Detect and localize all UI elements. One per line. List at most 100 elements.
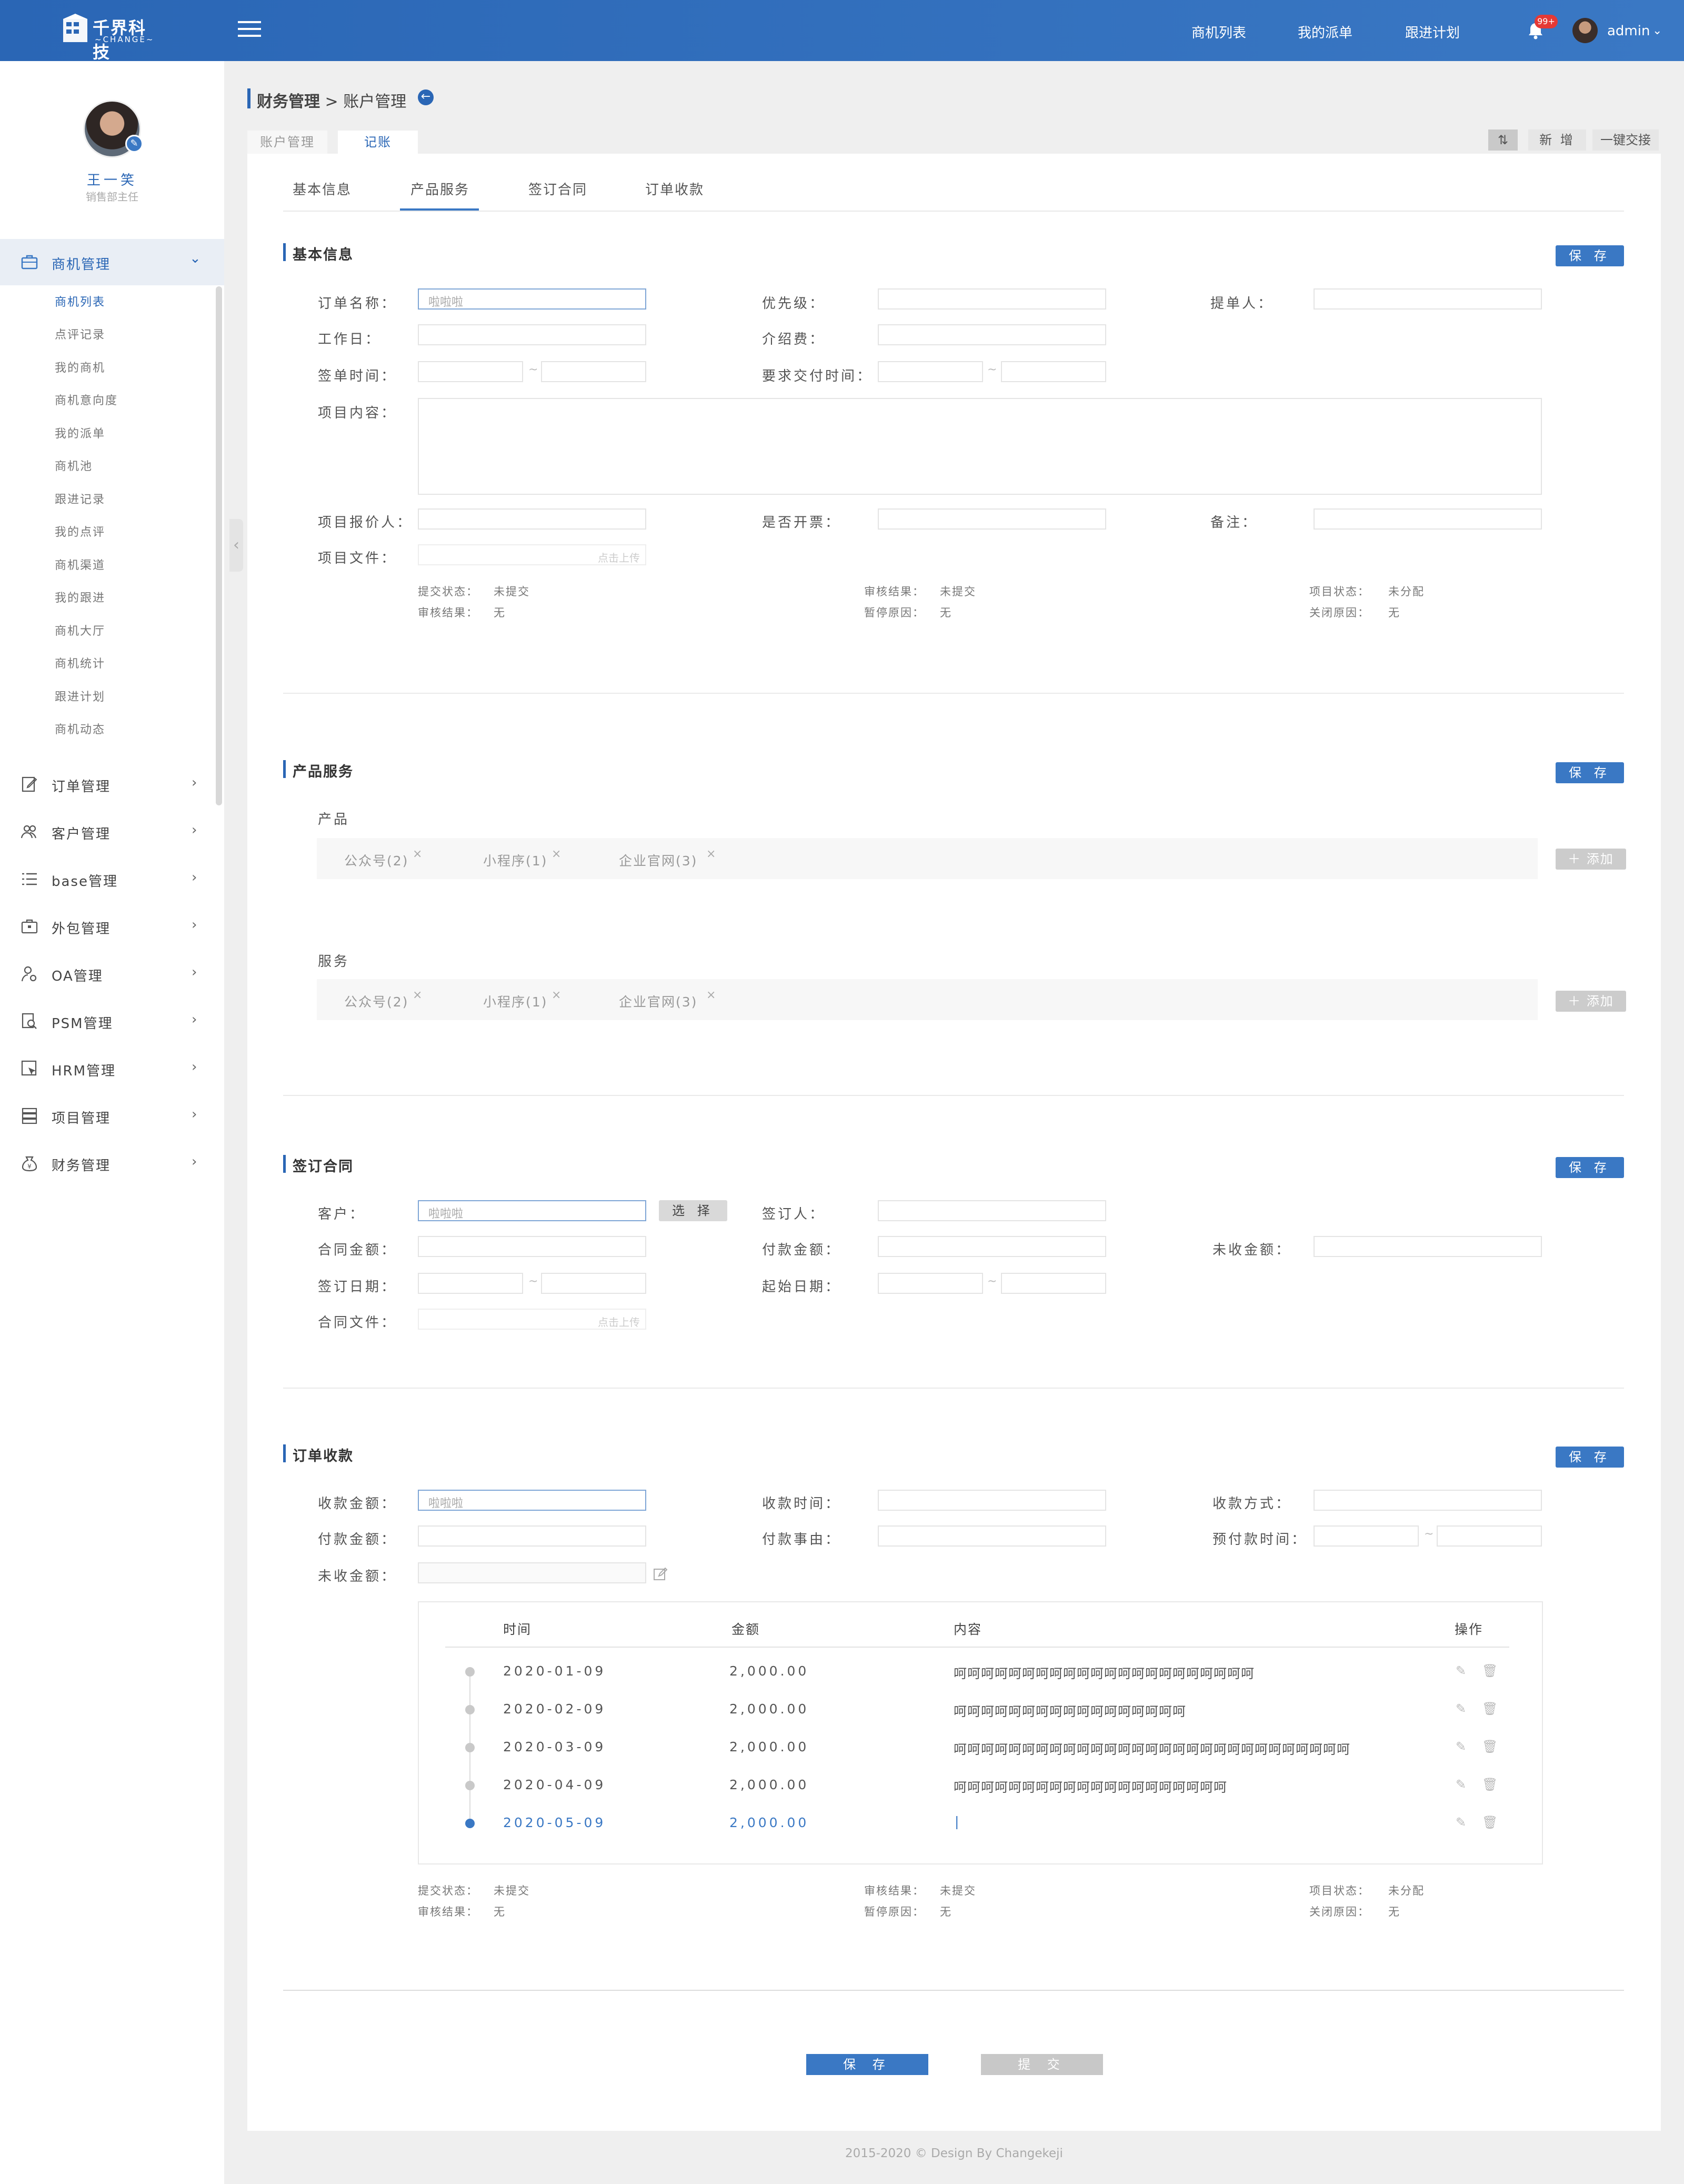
payment-amount-input[interactable]: [418, 1525, 646, 1547]
edit-icon[interactable]: [653, 1567, 668, 1582]
add-service-button[interactable]: ＋ 添加: [1556, 991, 1626, 1012]
chevron-right-icon[interactable]: ›: [192, 870, 197, 885]
sidebar-scrollbar[interactable]: [216, 286, 222, 805]
payment-reason-input[interactable]: [878, 1525, 1106, 1547]
sidebar-subitem[interactable]: 商机渠道: [55, 556, 105, 573]
receipt-method-input[interactable]: [1314, 1490, 1542, 1511]
nav-follow-plan[interactable]: 跟进计划: [1405, 22, 1460, 42]
save-contract-button[interactable]: 保 存: [1556, 1157, 1624, 1178]
sidebar-subitem[interactable]: 我的跟进: [55, 589, 105, 605]
breadcrumb-parent[interactable]: 财务管理: [257, 93, 320, 111]
sidebar-subitem[interactable]: 我的点评: [55, 523, 105, 540]
nav-opportunity-list[interactable]: 商机列表: [1191, 22, 1246, 42]
prepay-end-input[interactable]: [1437, 1525, 1542, 1547]
sidebar-item-outsource[interactable]: 外包管理: [52, 918, 111, 938]
sidebar-item-orders[interactable]: 订单管理: [52, 776, 111, 795]
workday-input[interactable]: [418, 324, 646, 345]
new-button[interactable]: 新 增: [1528, 129, 1586, 151]
quoter-input[interactable]: [418, 508, 646, 530]
sign-time-start-input[interactable]: [418, 361, 523, 382]
edit-icon[interactable]: ✎: [1456, 1663, 1466, 1678]
edit-icon[interactable]: ✎: [1456, 1701, 1466, 1716]
chevron-right-icon[interactable]: ›: [192, 822, 197, 838]
tab-basic-info[interactable]: 基本信息: [293, 179, 352, 198]
sign-date-end-input[interactable]: [541, 1273, 646, 1294]
edit-icon[interactable]: ✎: [1456, 1815, 1466, 1830]
sidebar-subitem[interactable]: 商机大厅: [55, 622, 105, 639]
save-product-button[interactable]: 保 存: [1556, 762, 1624, 783]
save-basic-button[interactable]: 保 存: [1556, 245, 1624, 266]
user-name[interactable]: admin: [1607, 23, 1650, 39]
add-product-button[interactable]: ＋ 添加: [1556, 849, 1626, 870]
tab-account-management[interactable]: 账户管理: [247, 131, 327, 154]
signer-input[interactable]: [878, 1200, 1106, 1221]
choose-customer-button[interactable]: 选 择: [659, 1200, 727, 1221]
handover-button[interactable]: 一键交接: [1592, 129, 1659, 151]
start-date-end-input[interactable]: [1001, 1273, 1106, 1294]
sidebar-subitem[interactable]: 商机列表: [55, 293, 105, 310]
sidebar-item-customers[interactable]: 客户管理: [52, 823, 111, 843]
chevron-right-icon[interactable]: ›: [192, 1012, 197, 1028]
submitter-input[interactable]: [1314, 288, 1542, 310]
hamburger-menu-icon[interactable]: [238, 21, 261, 39]
intro-fee-input[interactable]: [878, 324, 1106, 345]
edit-icon[interactable]: ✎: [1456, 1777, 1466, 1792]
tab-receipt[interactable]: 订单收款: [645, 179, 704, 198]
trash-icon[interactable]: 🗑: [1482, 1777, 1498, 1792]
trash-icon[interactable]: 🗑: [1482, 1815, 1498, 1830]
final-submit-button[interactable]: 提 交: [981, 2054, 1103, 2075]
back-arrow-icon[interactable]: ←: [418, 89, 434, 105]
tab-product-service[interactable]: 产品服务: [410, 179, 469, 198]
sidebar-item-base[interactable]: base管理: [52, 871, 118, 890]
chevron-right-icon[interactable]: ›: [192, 1106, 197, 1122]
chevron-right-icon[interactable]: ›: [192, 1154, 197, 1170]
note-input[interactable]: [1314, 508, 1542, 530]
chevron-down-icon[interactable]: ⌄: [189, 251, 201, 266]
customer-input[interactable]: 啦啦啦: [418, 1200, 646, 1221]
sidebar-subitem[interactable]: 商机池: [55, 457, 93, 474]
trash-icon[interactable]: 🗑: [1482, 1701, 1498, 1716]
final-save-button[interactable]: 保 存: [806, 2054, 928, 2075]
close-icon[interactable]: ×: [706, 847, 716, 861]
table-row-content-input[interactable]: |: [955, 1814, 959, 1829]
sidebar-item-hrm[interactable]: HRM管理: [52, 1060, 116, 1080]
close-icon[interactable]: ×: [413, 847, 422, 861]
close-icon[interactable]: ×: [552, 847, 561, 861]
sidebar-subitem[interactable]: 商机动态: [55, 720, 105, 737]
sidebar-subitem[interactable]: 我的派单: [55, 424, 105, 441]
receipt-amount-input[interactable]: 啦啦啦: [418, 1490, 646, 1511]
save-receipt-button[interactable]: 保 存: [1556, 1447, 1624, 1468]
chevron-right-icon[interactable]: ›: [192, 917, 197, 933]
sign-time-end-input[interactable]: [541, 361, 646, 382]
delivery-start-input[interactable]: [878, 361, 983, 382]
trash-icon[interactable]: 🗑: [1482, 1739, 1498, 1754]
sidebar-item-finance[interactable]: 财务管理: [52, 1155, 111, 1174]
sign-date-start-input[interactable]: [418, 1273, 523, 1294]
project-content-textarea[interactable]: [418, 398, 1542, 495]
sidebar-subitem[interactable]: 跟进记录: [55, 490, 105, 507]
company-logo[interactable]: 千界科技 ~CHANGE~: [62, 12, 162, 62]
chevron-down-icon[interactable]: ⌄: [1652, 24, 1662, 37]
receipt-time-input[interactable]: [878, 1490, 1106, 1511]
chevron-right-icon[interactable]: ›: [192, 964, 197, 980]
tab-contract[interactable]: 签订合同: [528, 179, 587, 198]
close-icon[interactable]: ×: [706, 989, 716, 1002]
contract-amount-input[interactable]: [418, 1236, 646, 1257]
sidebar-item-psm[interactable]: PSM管理: [52, 1013, 113, 1032]
order-name-input[interactable]: 啦啦啦: [418, 288, 646, 310]
collapse-sidebar-icon[interactable]: ‹: [229, 519, 243, 572]
tab-bookkeeping[interactable]: 记账: [338, 131, 418, 154]
edit-avatar-icon[interactable]: ✎: [125, 135, 143, 153]
sidebar-item-opportunity[interactable]: 商机管理: [52, 254, 111, 273]
sidebar-item-oa[interactable]: OA管理: [52, 965, 103, 985]
chevron-right-icon[interactable]: ›: [192, 1059, 197, 1075]
paid-amount-input[interactable]: [878, 1236, 1106, 1257]
sidebar-subitem[interactable]: 跟进计划: [55, 687, 105, 704]
contract-file-upload[interactable]: 点击上传: [418, 1309, 646, 1330]
chevron-right-icon[interactable]: ›: [192, 775, 197, 791]
sidebar-item-projects[interactable]: 项目管理: [52, 1108, 111, 1127]
start-date-start-input[interactable]: [878, 1273, 983, 1294]
delivery-end-input[interactable]: [1001, 361, 1106, 382]
avatar[interactable]: [1572, 18, 1598, 43]
receipt-unpaid-input[interactable]: [418, 1562, 646, 1583]
